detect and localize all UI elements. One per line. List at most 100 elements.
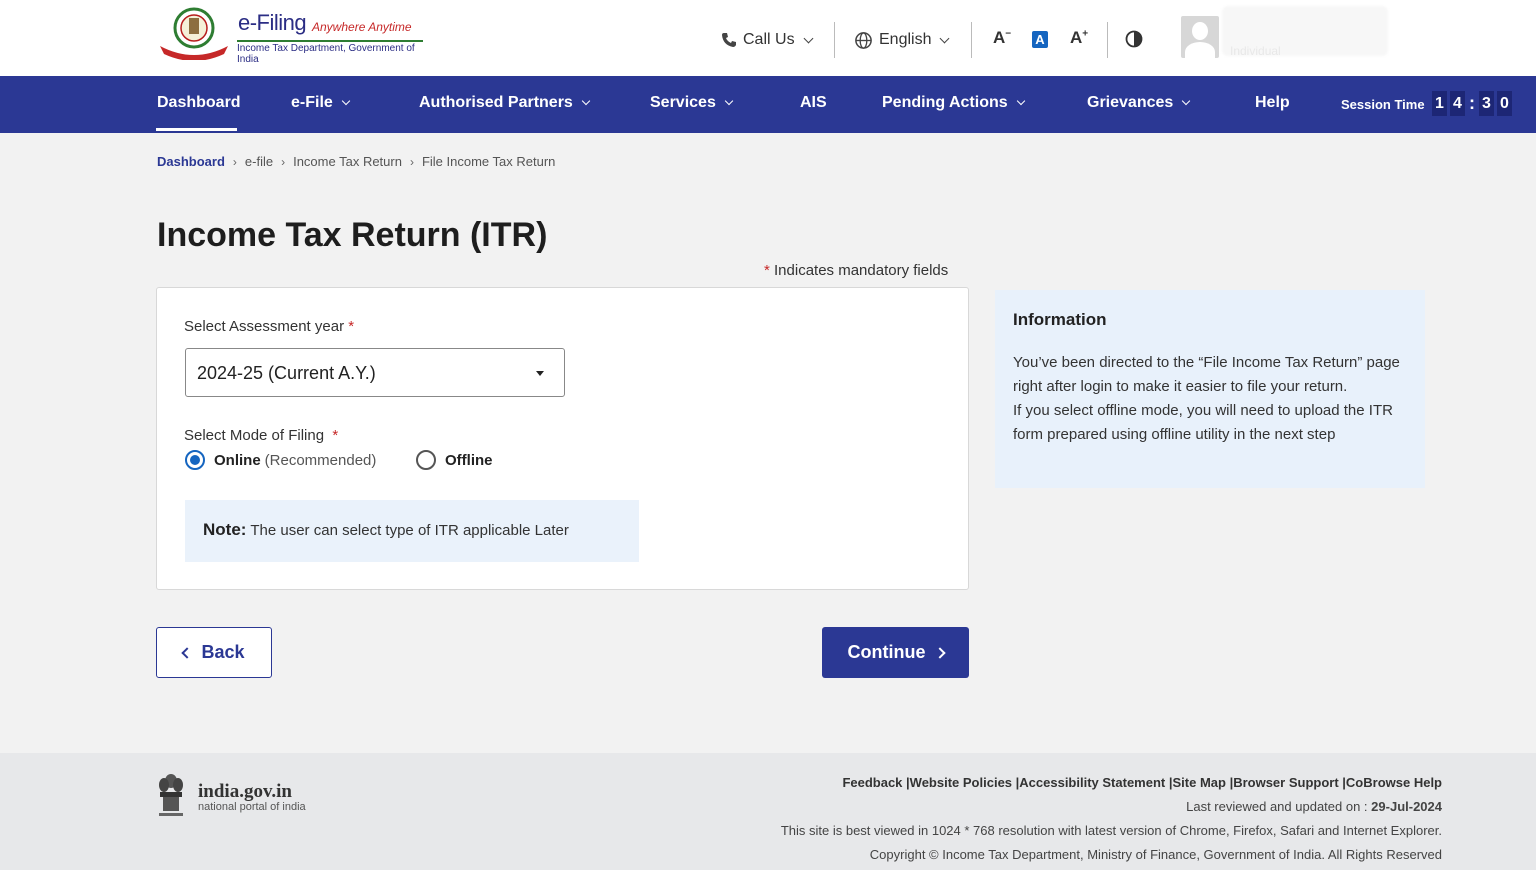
font-increase-button[interactable]: A+	[1070, 28, 1088, 48]
header-divider	[834, 22, 835, 58]
user-type-label: Individual	[1230, 44, 1281, 58]
continue-button[interactable]: Continue	[822, 627, 969, 678]
session-time-label: Session Time	[1341, 97, 1425, 112]
back-button[interactable]: Back	[156, 627, 272, 678]
font-decrease-button[interactable]: A−	[993, 28, 1011, 48]
national-emblem-icon[interactable]	[157, 771, 185, 819]
efiling-logo-department: Income Tax Department, Government of Ind…	[237, 40, 423, 65]
radio-checked-icon	[185, 450, 205, 470]
nav-help[interactable]: Help	[1255, 94, 1290, 112]
nav-pending-actions[interactable]: Pending Actions	[882, 94, 1025, 112]
mode-offline-radio[interactable]: Offline	[416, 450, 493, 470]
filing-form-card: Select Assessment year * 2024-25 (Curren…	[156, 287, 969, 590]
font-increase-label: A	[1070, 28, 1083, 47]
information-text-line2: If you select offline mode, you will nee…	[1013, 402, 1393, 443]
header-divider	[1107, 22, 1108, 58]
nav-dashboard[interactable]: Dashboard	[157, 94, 241, 112]
nav-services[interactable]: Services	[650, 94, 734, 112]
information-panel: Information You’ve been directed to the …	[995, 290, 1425, 488]
footer-link-sitemap[interactable]: Site Map	[1172, 775, 1225, 790]
nav-grievances-label: Grievances	[1087, 94, 1174, 111]
required-star: *	[764, 262, 770, 279]
caret-down-icon	[536, 371, 544, 376]
globe-icon	[855, 31, 872, 49]
nav-authorised-partners[interactable]: Authorised Partners	[419, 94, 591, 112]
session-digit: 4	[1450, 91, 1465, 116]
continue-button-label: Continue	[847, 642, 926, 662]
mode-online-label: Online	[214, 451, 261, 469]
nav-efile[interactable]: e-File	[291, 94, 351, 112]
chevron-left-icon	[181, 646, 194, 659]
nav-active-indicator	[156, 128, 237, 131]
call-us-label: Call Us	[743, 31, 795, 48]
contrast-icon[interactable]	[1125, 30, 1143, 48]
filing-mode-label-text: Select Mode of Filing	[184, 427, 325, 444]
nav-grievances[interactable]: Grievances	[1087, 94, 1191, 112]
efiling-logo-tagline: Anywhere Anytime	[312, 20, 412, 34]
income-tax-emblem-icon	[160, 7, 228, 60]
mode-offline-label: Offline	[445, 451, 493, 469]
breadcrumb-income-tax-return[interactable]: Income Tax Return	[293, 154, 402, 169]
breadcrumb-separator: ›	[232, 154, 237, 169]
mode-online-recommended: (Recommended)	[264, 451, 377, 469]
main-nav: Dashboard e-File Authorised Partners Ser…	[0, 76, 1536, 133]
chevron-down-icon	[581, 96, 591, 106]
information-title: Information	[1013, 310, 1107, 329]
font-normal-button[interactable]: A	[1032, 31, 1048, 48]
mode-online-radio[interactable]: Online (Recommended)	[185, 450, 376, 470]
top-header: e-Filing Anywhere Anytime Income Tax Dep…	[0, 0, 1536, 76]
chevron-down-icon	[803, 33, 814, 43]
session-digit: 3	[1479, 91, 1494, 116]
last-reviewed-date: 29-Jul-2024	[1371, 799, 1442, 814]
mandatory-note-text: Indicates mandatory fields	[774, 262, 949, 279]
chevron-down-icon	[341, 96, 351, 106]
language-selector[interactable]: English	[854, 28, 950, 52]
breadcrumb: Dashboard › e-file › Income Tax Return ›…	[157, 154, 555, 169]
page-title: Income Tax Return (ITR)	[157, 216, 548, 254]
assessment-year-select[interactable]: 2024-25 (Current A.Y.)	[185, 348, 565, 397]
footer: india.gov.in national portal of india Fe…	[0, 753, 1536, 870]
note-text: The user can select type of ITR applicab…	[250, 522, 569, 539]
footer-best-viewed: This site is best viewed in 1024 * 768 r…	[780, 823, 1442, 838]
phone-icon	[722, 33, 736, 47]
footer-link-feedback[interactable]: Feedback	[842, 775, 902, 790]
session-timer: 1 4 : 3 0	[1432, 91, 1512, 116]
footer-link-browser-support[interactable]: Browser Support	[1233, 775, 1338, 790]
footer-last-reviewed: Last reviewed and updated on : 29-Jul-20…	[1186, 799, 1442, 814]
chevron-down-icon	[1182, 96, 1191, 106]
chevron-down-icon	[1016, 96, 1025, 106]
radio-unchecked-icon	[416, 450, 436, 470]
language-label: English	[879, 31, 932, 48]
nav-ais[interactable]: AIS	[800, 94, 827, 112]
india-gov-title[interactable]: india.gov.in	[198, 781, 292, 803]
nav-services-label: Services	[650, 94, 716, 111]
chevron-down-icon	[724, 96, 734, 106]
mandatory-note: * Indicates mandatory fields	[764, 262, 948, 279]
nav-pending-actions-label: Pending Actions	[882, 94, 1008, 111]
footer-link-accessibility[interactable]: Accessibility Statement	[1019, 775, 1165, 790]
assessment-year-label: Select Assessment year *	[184, 318, 354, 335]
breadcrumb-dashboard[interactable]: Dashboard	[157, 154, 225, 169]
last-reviewed-label: Last reviewed and updated on :	[1186, 799, 1368, 814]
footer-link-cobrowse-help[interactable]: CoBrowse Help	[1346, 775, 1442, 790]
back-button-label: Back	[201, 642, 245, 662]
filing-mode-label: Select Mode of Filing *	[184, 427, 338, 444]
breadcrumb-efile[interactable]: e-file	[245, 154, 273, 169]
note-label: Note:	[203, 520, 247, 539]
footer-link-website-policies[interactable]: Website Policies	[910, 775, 1012, 790]
call-us-menu[interactable]: Call Us	[721, 28, 814, 52]
information-text-line1: You’ve been directed to the “File Income…	[1013, 354, 1400, 395]
session-digit: 0	[1497, 91, 1512, 116]
breadcrumb-separator: ›	[281, 154, 286, 169]
efiling-logo-title: e-Filing	[238, 10, 307, 35]
footer-copyright: Copyright © Income Tax Department, Minis…	[869, 847, 1442, 862]
itr-type-note: Note: The user can select type of ITR ap…	[185, 500, 639, 562]
breadcrumb-separator: ›	[409, 154, 414, 169]
session-colon: :	[1469, 93, 1475, 113]
chevron-right-icon	[933, 646, 946, 659]
breadcrumb-file-income-tax-return: File Income Tax Return	[421, 154, 556, 169]
session-digit: 1	[1432, 91, 1447, 116]
user-avatar[interactable]	[1181, 16, 1219, 58]
nav-efile-label: e-File	[291, 94, 333, 111]
font-decrease-label: A	[993, 28, 1006, 47]
